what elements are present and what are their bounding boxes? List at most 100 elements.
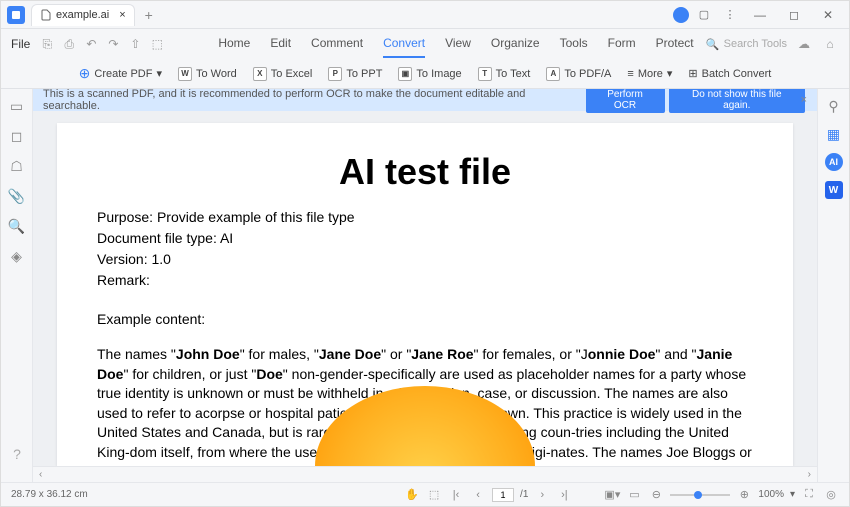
word-icon: W xyxy=(178,67,192,81)
word-export-icon[interactable]: W xyxy=(825,181,843,199)
open-icon[interactable]: ⎘ xyxy=(38,35,56,53)
tab-label: example.ai xyxy=(56,9,109,21)
bookmark-icon[interactable]: ◻ xyxy=(8,127,26,145)
page-total: /1 xyxy=(520,489,528,500)
ppt-icon: P xyxy=(328,67,342,81)
document-page: AI test file Purpose: Provide example of… xyxy=(57,123,793,466)
sidebar-left: ▭ ◻ ☖ 📎 🔍 ◈ ? xyxy=(1,89,33,482)
plus-icon: ⊕ xyxy=(79,65,91,82)
zoom-chevron-icon[interactable]: ▾ xyxy=(790,489,795,500)
tab-view[interactable]: View xyxy=(445,30,471,58)
more-convert-button[interactable]: ≡More▾ xyxy=(621,64,678,83)
shield-icon[interactable]: ☖ xyxy=(8,157,26,175)
page-dimensions: 28.79 x 36.12 cm xyxy=(11,489,404,500)
tab-protect[interactable]: Protect xyxy=(656,30,694,58)
to-image-button[interactable]: ▣To Image xyxy=(392,64,467,84)
to-ppt-button[interactable]: PTo PPT xyxy=(322,64,388,84)
ai-assistant-icon[interactable]: AI xyxy=(825,153,843,171)
search-placeholder: Search Tools xyxy=(724,38,787,50)
view-mode-icon[interactable]: ▣▾ xyxy=(604,487,620,503)
file-icon xyxy=(40,9,52,21)
settings-panel-icon[interactable]: ⚲ xyxy=(825,97,843,115)
ocr-banner: This is a scanned PDF, and it is recomme… xyxy=(33,89,817,111)
tab-comment[interactable]: Comment xyxy=(311,30,363,58)
zoom-slider[interactable] xyxy=(670,494,730,496)
to-pdfa-button[interactable]: ATo PDF/A xyxy=(540,64,617,84)
zoom-thumb[interactable] xyxy=(694,491,702,499)
tab-form[interactable]: Form xyxy=(608,30,636,58)
document-meta: Purpose: Provide example of this file ty… xyxy=(97,207,753,291)
hand-tool-icon[interactable]: ✋ xyxy=(404,487,420,503)
zoom-level: 100% xyxy=(758,489,784,500)
text-icon: T xyxy=(478,67,492,81)
last-page-icon[interactable]: ›| xyxy=(556,487,572,503)
add-tab-button[interactable]: + xyxy=(141,7,157,23)
batch-icon: ⊞ xyxy=(688,67,697,80)
close-window-button[interactable]: ✕ xyxy=(813,5,843,25)
app-panel-icon[interactable]: ▢ xyxy=(693,4,715,26)
maximize-button[interactable]: ◻ xyxy=(779,5,809,25)
search-icon: 🔍 xyxy=(706,38,720,51)
dismiss-ocr-button[interactable]: Do not show this file again. xyxy=(669,89,805,113)
more-icon: ≡ xyxy=(627,68,633,80)
excel-icon: X xyxy=(253,67,267,81)
user-avatar-icon[interactable] xyxy=(673,7,689,23)
titlebar: example.ai × + ▢ ⋮ — ◻ ✕ xyxy=(1,1,849,29)
thumbnail-icon[interactable]: ▭ xyxy=(8,97,26,115)
example-content-label: Example content: xyxy=(97,311,753,327)
app-logo-icon xyxy=(7,6,25,24)
read-mode-icon[interactable]: ◎ xyxy=(823,487,839,503)
scroll-right-icon[interactable]: › xyxy=(808,469,811,480)
tab-convert[interactable]: Convert xyxy=(383,30,425,58)
close-banner-icon[interactable]: × xyxy=(801,94,807,106)
horizontal-scrollbar[interactable]: ‹ › xyxy=(33,466,817,482)
fit-width-icon[interactable]: ▭ xyxy=(626,487,642,503)
menubar: File ⎘ ⎙ ↶ ↷ ⇧ ⬚ Home Edit Comment Conve… xyxy=(1,29,849,59)
help-icon[interactable]: ? xyxy=(8,445,26,463)
kebab-menu-icon[interactable]: ⋮ xyxy=(719,4,741,26)
attachment-icon[interactable]: 📎 xyxy=(8,187,26,205)
next-page-icon[interactable]: › xyxy=(534,487,550,503)
to-word-button[interactable]: WTo Word xyxy=(172,64,243,84)
prev-page-icon[interactable]: ‹ xyxy=(470,487,486,503)
print-icon[interactable]: ⎙ xyxy=(60,35,78,53)
pdfa-icon: A xyxy=(546,67,560,81)
file-menu[interactable]: File xyxy=(11,37,30,51)
search-panel-icon[interactable]: 🔍 xyxy=(8,217,26,235)
tab-home[interactable]: Home xyxy=(218,30,250,58)
create-pdf-button[interactable]: ⊕Create PDF▾ xyxy=(73,62,168,85)
close-tab-icon[interactable]: × xyxy=(119,9,125,21)
layers-icon[interactable]: ◈ xyxy=(8,247,26,265)
undo-icon[interactable]: ↶ xyxy=(82,35,100,53)
select-text-icon[interactable]: ⬚ xyxy=(426,487,442,503)
document-tab[interactable]: example.ai × xyxy=(31,4,135,26)
share-icon[interactable]: ⇧ xyxy=(126,35,144,53)
tab-organize[interactable]: Organize xyxy=(491,30,540,58)
home-icon[interactable]: ⌂ xyxy=(821,35,839,53)
main-menu-tabs: Home Edit Comment Convert View Organize … xyxy=(218,30,693,58)
to-excel-button[interactable]: XTo Excel xyxy=(247,64,319,84)
convert-toolbar: ⊕Create PDF▾ WTo Word XTo Excel PTo PPT … xyxy=(1,59,849,89)
select-tool-icon[interactable]: ▦ xyxy=(825,125,843,143)
tab-tools[interactable]: Tools xyxy=(560,30,588,58)
minimize-button[interactable]: — xyxy=(745,5,775,25)
first-page-icon[interactable]: |‹ xyxy=(448,487,464,503)
zoom-out-icon[interactable]: ⊖ xyxy=(648,487,664,503)
redo-icon[interactable]: ↷ xyxy=(104,35,122,53)
image-icon: ▣ xyxy=(398,67,412,81)
ocr-message: This is a scanned PDF, and it is recomme… xyxy=(43,89,572,112)
zoom-in-icon[interactable]: ⊕ xyxy=(736,487,752,503)
batch-convert-button[interactable]: ⊞Batch Convert xyxy=(682,64,777,83)
tab-edit[interactable]: Edit xyxy=(270,30,291,58)
save-icon[interactable]: ⬚ xyxy=(148,35,166,53)
cloud-icon[interactable]: ☁ xyxy=(795,35,813,53)
scroll-left-icon[interactable]: ‹ xyxy=(39,469,42,480)
sidebar-right: ⚲ ▦ AI W xyxy=(817,89,849,482)
fullscreen-icon[interactable]: ⛶ xyxy=(801,487,817,503)
chevron-down-icon: ▾ xyxy=(667,67,673,80)
statusbar: 28.79 x 36.12 cm ✋ ⬚ |‹ ‹ /1 › ›| ▣▾ ▭ ⊖… xyxy=(1,482,849,506)
search-tools[interactable]: 🔍 Search Tools xyxy=(706,38,787,51)
to-text-button[interactable]: TTo Text xyxy=(472,64,537,84)
perform-ocr-button[interactable]: Perform OCR xyxy=(586,89,665,113)
page-number-input[interactable] xyxy=(492,488,514,502)
